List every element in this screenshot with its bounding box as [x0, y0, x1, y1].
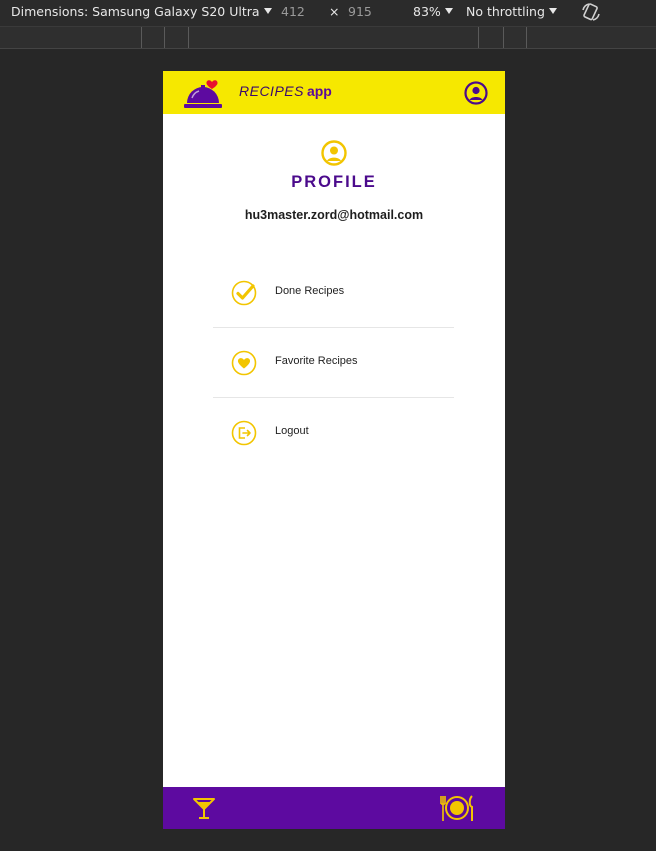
- user-email: hu3master.zord@hotmail.com: [244, 208, 424, 222]
- throttling-dropdown[interactable]: No throttling: [466, 4, 557, 19]
- brand-name: RECIPES: [239, 83, 304, 99]
- done-recipes-label: Done Recipes: [275, 285, 345, 297]
- zoom-label: 83%: [413, 4, 441, 19]
- device-viewport: RECIPES app PROFILE hu3master.zord@hotmai…: [163, 71, 505, 829]
- brand-suffix: app: [306, 83, 332, 99]
- rotate-icon[interactable]: [580, 1, 602, 23]
- page-title: PROFILE: [291, 173, 377, 191]
- chevron-down-icon: [444, 8, 453, 14]
- recipes-logo-icon: [184, 80, 222, 108]
- times-sign: ×: [329, 4, 340, 19]
- chevron-down-icon: [263, 8, 272, 14]
- done-recipes-button[interactable]: Done Recipes: [213, 258, 454, 327]
- user-circle-icon: [321, 140, 347, 166]
- favorite-recipes-label: Favorite Recipes: [275, 355, 358, 367]
- dimensions-dropdown[interactable]: Dimensions: Samsung Galaxy S20 Ultra: [11, 4, 272, 19]
- app-header: RECIPES app: [163, 71, 505, 114]
- throttling-label: No throttling: [466, 4, 545, 19]
- media-query-ruler: [0, 27, 656, 49]
- bottom-nav: [163, 787, 505, 829]
- devtools-toolbar: Dimensions: Samsung Galaxy S20 Ultra 412…: [0, 0, 656, 27]
- favorite-recipes-button[interactable]: Favorite Recipes: [213, 327, 454, 397]
- profile-menu: Done Recipes Favorite Recipes Logout: [213, 258, 454, 467]
- cocktail-icon[interactable]: [192, 796, 216, 820]
- logout-icon: [231, 420, 257, 446]
- logout-label: Logout: [275, 425, 309, 437]
- check-circle-icon: [231, 280, 257, 306]
- width-input[interactable]: 412: [281, 4, 305, 19]
- height-input[interactable]: 915: [348, 4, 372, 19]
- heart-circle-icon: [231, 350, 257, 376]
- chevron-down-icon: [548, 8, 557, 14]
- dimensions-label: Dimensions: Samsung Galaxy S20 Ultra: [11, 4, 260, 19]
- profile-button[interactable]: [464, 81, 488, 105]
- meal-plate-icon[interactable]: [439, 793, 475, 823]
- brand-title: RECIPES app: [239, 83, 332, 99]
- logout-button[interactable]: Logout: [213, 397, 454, 467]
- zoom-dropdown[interactable]: 83%: [413, 4, 453, 19]
